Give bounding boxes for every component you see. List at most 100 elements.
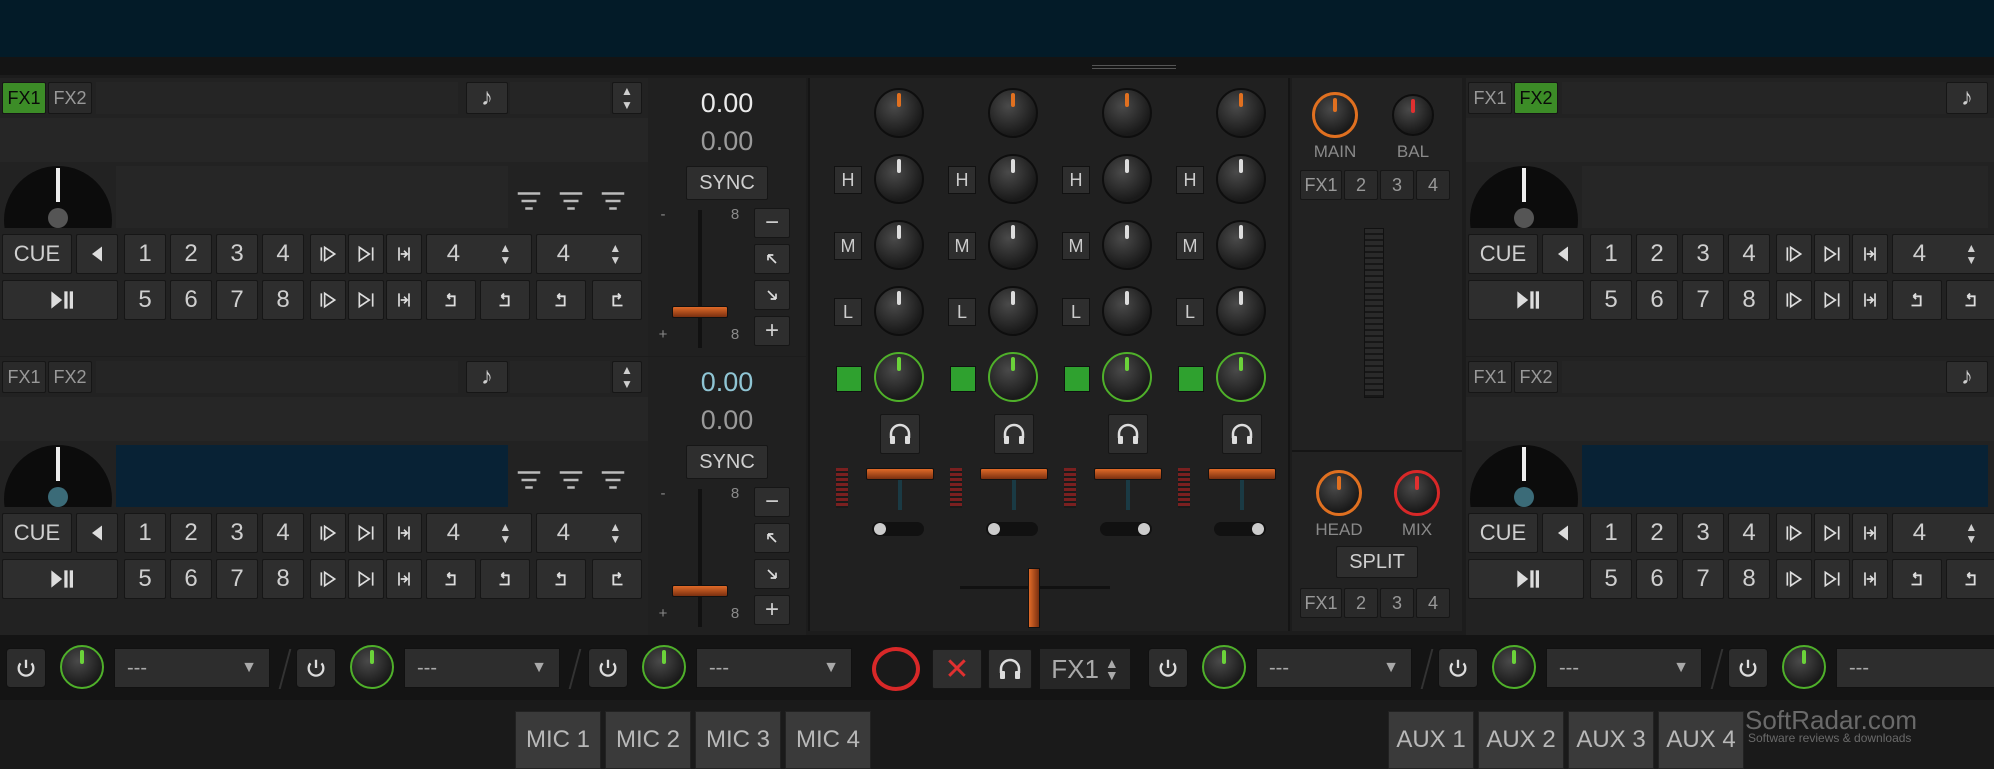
hotcue-button[interactable]: 7 <box>216 280 258 320</box>
filter-knob[interactable] <box>1216 352 1266 402</box>
pitch-nudge-up-button[interactable] <box>754 523 790 553</box>
eq-kill-button[interactable]: H <box>1062 166 1090 194</box>
eq-kill-button[interactable]: L <box>1062 298 1090 326</box>
loop-control-button[interactable] <box>1814 280 1850 320</box>
pitch-nudge-up-button[interactable] <box>754 244 790 274</box>
key-note-icon[interactable]: ♪ <box>1946 361 1988 393</box>
eq-knob[interactable] <box>1102 154 1152 204</box>
hotcue-button[interactable]: 6 <box>1636 559 1678 599</box>
fx-send-toggle[interactable] <box>836 366 862 392</box>
channel-fader-cap[interactable] <box>1208 468 1276 480</box>
play-pause-button[interactable] <box>1468 280 1584 320</box>
pitch-plus-button[interactable]: + <box>754 316 790 346</box>
hotcue-button[interactable]: 8 <box>262 280 304 320</box>
fx1-toggle[interactable]: FX1 <box>2 82 46 114</box>
fx1-toggle[interactable]: FX1 <box>1468 82 1512 114</box>
fx-send-toggle[interactable] <box>1178 366 1204 392</box>
crossfader-assign-switch[interactable] <box>1100 522 1152 536</box>
loop-control-button[interactable] <box>348 280 384 320</box>
effect-amount-knob[interactable] <box>1492 645 1536 689</box>
master-fx-button[interactable]: 3 <box>1380 170 1414 200</box>
eq-kill-button[interactable]: L <box>948 298 976 326</box>
headphone-cue-button[interactable] <box>988 649 1032 689</box>
skip-forward-button[interactable] <box>592 559 642 599</box>
master-fx-button[interactable]: 4 <box>1416 170 1450 200</box>
eq-knob[interactable] <box>874 286 924 336</box>
fx2-toggle[interactable]: FX2 <box>1514 82 1558 114</box>
power-button[interactable] <box>6 648 46 688</box>
gain-knob[interactable] <box>1102 88 1152 138</box>
eq-knob[interactable] <box>1216 286 1266 336</box>
fx-selector[interactable]: FX1 ▲ ▼ <box>1040 649 1130 689</box>
loop-control-button[interactable] <box>348 559 384 599</box>
previous-button[interactable] <box>76 234 118 274</box>
headphone-mix-knob[interactable] <box>1394 470 1440 516</box>
loop-control-button[interactable] <box>310 280 346 320</box>
channel-fader-cap[interactable] <box>980 468 1048 480</box>
tab-aux-2[interactable]: AUX 2 <box>1478 711 1564 769</box>
hotcue-button[interactable]: 3 <box>216 513 258 553</box>
beat-jump-button[interactable] <box>480 280 530 320</box>
hotcue-button[interactable]: 4 <box>1728 513 1770 553</box>
loop-control-button[interactable] <box>348 513 384 553</box>
loop-control-button[interactable] <box>386 513 422 553</box>
loop-control-button[interactable] <box>1852 559 1888 599</box>
hotcue-button[interactable]: 5 <box>124 559 166 599</box>
eq-kill-button[interactable]: H <box>1176 166 1204 194</box>
fx1-toggle[interactable]: FX1 <box>2 361 46 393</box>
turntable-platter[interactable] <box>1470 445 1578 507</box>
cue-button[interactable]: CUE <box>1468 234 1538 274</box>
crossfader-assign-switch[interactable] <box>872 522 924 536</box>
turntable-platter[interactable] <box>1470 166 1578 228</box>
eq-knob[interactable] <box>1102 220 1152 270</box>
hotcue-button[interactable]: 4 <box>262 513 304 553</box>
beat-jump-button[interactable] <box>1946 280 1994 320</box>
eq-kill-button[interactable]: M <box>834 232 862 260</box>
eq-knob[interactable] <box>988 154 1038 204</box>
gain-knob[interactable] <box>988 88 1038 138</box>
hotcue-button[interactable]: 8 <box>1728 280 1770 320</box>
split-button[interactable]: SPLIT <box>1336 546 1418 578</box>
tab-aux-1[interactable]: AUX 1 <box>1388 711 1474 769</box>
headphone-cue-button[interactable] <box>1108 414 1148 454</box>
effect-dropdown[interactable]: ---▼ <box>1546 648 1702 688</box>
eq-knob[interactable] <box>988 286 1038 336</box>
hotcue-button[interactable]: 5 <box>124 280 166 320</box>
power-button[interactable] <box>296 648 336 688</box>
tab-mic-4[interactable]: MIC 4 <box>785 711 871 769</box>
loop-control-button[interactable] <box>1852 513 1888 553</box>
filter-knob[interactable] <box>1102 352 1152 402</box>
loop-control-button[interactable] <box>310 559 346 599</box>
play-pause-button[interactable] <box>2 280 118 320</box>
loop-length-stepper[interactable]: 4 ▲ ▼ <box>426 234 532 274</box>
turntable-platter[interactable] <box>4 166 112 228</box>
skip-back-button[interactable] <box>536 559 586 599</box>
gain-knob[interactable] <box>1216 88 1266 138</box>
tab-mic-2[interactable]: MIC 2 <box>605 711 691 769</box>
eq-kill-button[interactable]: M <box>1176 232 1204 260</box>
loop-control-button[interactable] <box>348 234 384 274</box>
hotcue-button[interactable]: 4 <box>1728 234 1770 274</box>
effect-dropdown[interactable]: ---▼ <box>1836 648 1994 688</box>
loop-control-button[interactable] <box>1852 280 1888 320</box>
sync-button[interactable]: SYNC <box>686 166 768 200</box>
key-note-icon[interactable]: ♪ <box>1946 82 1988 114</box>
master-fx-button[interactable]: 2 <box>1344 170 1378 200</box>
turntable-platter[interactable] <box>4 445 112 507</box>
tab-mic-1[interactable]: MIC 1 <box>515 711 601 769</box>
hotcue-button[interactable]: 3 <box>1682 234 1724 274</box>
pitch-minus-button[interactable]: − <box>754 487 790 517</box>
crossfader-assign-switch[interactable] <box>1214 522 1266 536</box>
loop-length-stepper[interactable]: 4 ▲ ▼ <box>1892 513 1994 553</box>
beat-jump-button[interactable] <box>1946 559 1994 599</box>
resize-grip[interactable] <box>1092 65 1176 69</box>
loop-control-button[interactable] <box>1776 234 1812 274</box>
cue-button[interactable]: CUE <box>2 513 72 553</box>
cue-button[interactable]: CUE <box>1468 513 1538 553</box>
tab-aux-3[interactable]: AUX 3 <box>1568 711 1654 769</box>
beat-length-stepper[interactable]: 4 ▲ ▼ <box>536 234 642 274</box>
hotcue-button[interactable]: 5 <box>1590 559 1632 599</box>
pitch-plus-button[interactable]: + <box>754 595 790 625</box>
hotcue-button[interactable]: 8 <box>262 559 304 599</box>
key-stepper[interactable]: ▲ ▼ <box>612 361 642 393</box>
